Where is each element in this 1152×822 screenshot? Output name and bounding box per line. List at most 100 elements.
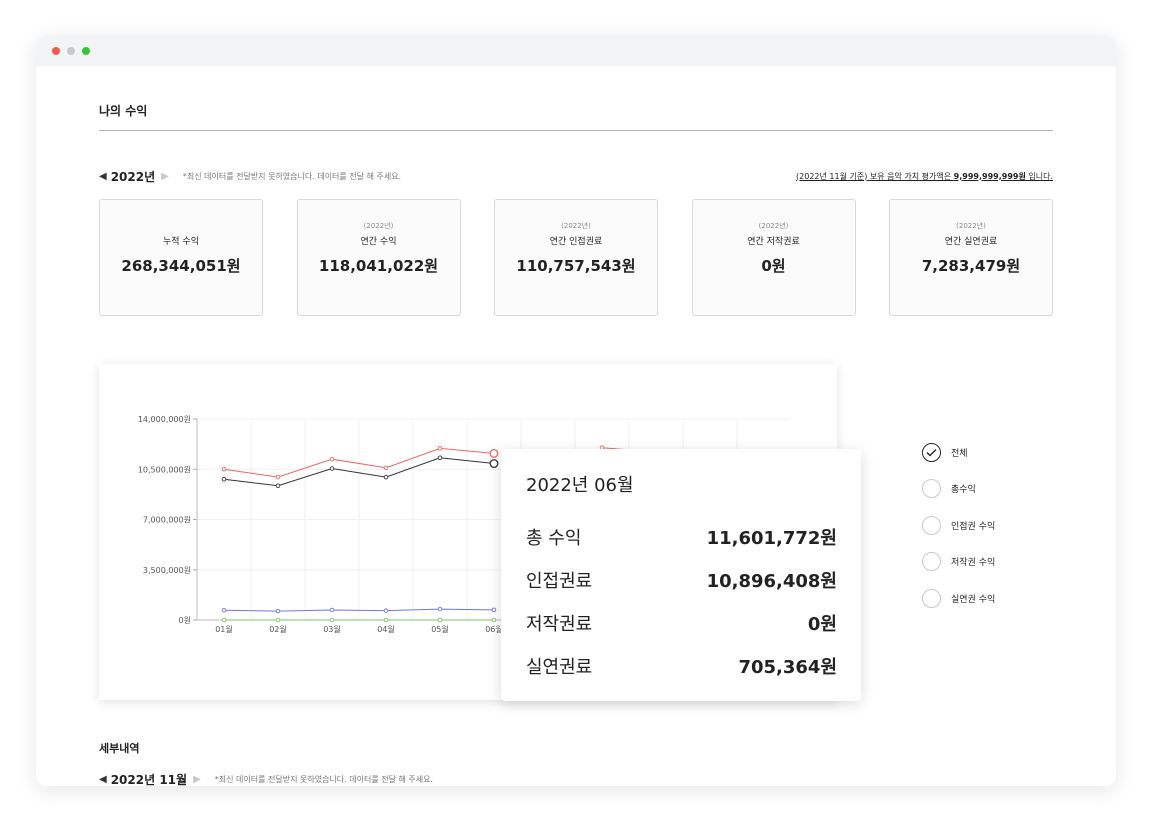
legend-item-copyright[interactable]: 저작권 수익 bbox=[922, 552, 995, 572]
tooltip-value: 10,896,408원 bbox=[706, 570, 837, 592]
data-point bbox=[489, 448, 499, 458]
data-point bbox=[437, 617, 443, 623]
chart-legend: 전체 총수익 인접권 수익 저작권 수익 실연권 수익 bbox=[922, 442, 995, 625]
legend-label: 전체 bbox=[951, 448, 968, 459]
tooltip-label: 저작권료 bbox=[526, 613, 593, 635]
legend-item-neighboring-rights[interactable]: 인접권 수익 bbox=[922, 515, 995, 535]
radio-circle-icon[interactable] bbox=[922, 552, 941, 571]
legend-label: 저작권 수익 bbox=[951, 558, 996, 568]
prev-year-arrow-icon[interactable]: ◀ bbox=[99, 171, 107, 182]
card-value: 118,041,022원 bbox=[318, 257, 439, 275]
tooltip-row: 저작권료 0원 bbox=[526, 601, 837, 644]
y-tick-label: 0원 bbox=[179, 616, 191, 625]
year-navigation: ◀ 2022년 ▶ *최신 데이터를 전달받지 못하였습니다. 데이터를 전달 … bbox=[99, 168, 1053, 184]
data-point bbox=[491, 617, 497, 623]
tooltip-label: 실연권료 bbox=[526, 656, 593, 678]
data-point bbox=[221, 466, 227, 472]
tooltip-title: 2022년 06월 bbox=[526, 475, 634, 496]
detail-data-missing-note: *최신 데이터를 전달받지 못하였습니다. 데이터를 전달 해 주세요. bbox=[214, 774, 434, 784]
checked-circle-icon[interactable] bbox=[922, 442, 941, 462]
data-point bbox=[275, 474, 281, 480]
legend-label: 인접권 수익 bbox=[951, 521, 996, 532]
valuation-amount: 9,999,999,999원 bbox=[953, 171, 1026, 181]
data-point bbox=[221, 617, 227, 623]
selected-year: 2022년 bbox=[110, 169, 156, 184]
card-label: 연간 수익 bbox=[360, 237, 397, 247]
tooltip-value: 0원 bbox=[807, 613, 837, 635]
card-value: 0원 bbox=[761, 257, 786, 275]
data-point bbox=[383, 474, 389, 480]
section-title: 나의 수익 bbox=[99, 104, 148, 118]
browser-window: 나의 수익 ◀ 2022년 ▶ *최신 데이터를 전달받지 못하였습니다. 데이… bbox=[36, 36, 1116, 786]
data-point bbox=[491, 607, 497, 613]
valuation-date: (2022년 11월 기준) bbox=[796, 171, 868, 181]
card-year: (2022년) bbox=[956, 222, 986, 230]
card-label: 연간 실연권료 bbox=[944, 237, 998, 247]
x-tick-label: 05월 bbox=[431, 624, 449, 634]
card-label: 누적 수익 bbox=[163, 237, 199, 247]
valuation-suffix: 입니다. bbox=[1025, 171, 1053, 181]
card-year: (2022년) bbox=[363, 222, 394, 230]
radio-circle-icon[interactable] bbox=[922, 479, 941, 498]
valuation-middle: 보유 음악 가치 평가액은 bbox=[867, 171, 954, 181]
data-point bbox=[383, 608, 389, 613]
tooltip-value: 705,364원 bbox=[738, 656, 837, 678]
legend-label: 실연권 수익 bbox=[951, 594, 996, 605]
minimize-window-dot[interactable] bbox=[67, 47, 75, 55]
y-tick-label: 7,000,000원 bbox=[143, 516, 191, 525]
next-year-arrow-icon[interactable]: ▶ bbox=[161, 171, 169, 182]
tooltip-value: 11,601,772원 bbox=[706, 527, 837, 549]
data-point bbox=[329, 607, 335, 613]
y-tick-label: 10,500,000원 bbox=[138, 465, 191, 474]
card-annual-copyright: (2022년) 연간 저작권료 0원 bbox=[691, 199, 856, 316]
card-label: 연간 인접권료 bbox=[549, 237, 603, 247]
tooltip-label: 총 수익 bbox=[526, 527, 582, 549]
x-tick-label: 04월 bbox=[377, 624, 395, 634]
card-annual-revenue: (2022년) 연간 수익 118,041,022원 bbox=[296, 199, 461, 316]
legend-item-total[interactable]: 총수익 bbox=[922, 479, 995, 499]
data-point bbox=[329, 466, 335, 471]
chart-tooltip: 2022년 06월 총 수익 11,601,772원 인접권료 10,896,4… bbox=[501, 449, 861, 701]
close-window-dot[interactable] bbox=[52, 47, 60, 55]
data-point bbox=[489, 459, 499, 469]
data-missing-note: *최신 데이터를 전달받지 못하였습니다. 데이터를 전달 해 주세요. bbox=[182, 171, 402, 181]
data-point bbox=[275, 617, 281, 623]
prev-month-arrow-icon[interactable]: ◀ bbox=[99, 774, 107, 785]
radio-circle-icon[interactable] bbox=[922, 515, 941, 535]
selected-month: 2022년 11월 bbox=[110, 772, 188, 787]
legend-item-performance-rights[interactable]: 실연권 수익 bbox=[922, 588, 995, 608]
summary-cards: 누적 수익 268,344,051원 (2022년) 연간 수익 118,041… bbox=[99, 199, 1053, 316]
card-annual-neighboring-rights: (2022년) 연간 인접권료 110,757,543원 bbox=[494, 199, 658, 316]
next-month-arrow-icon[interactable]: ▶ bbox=[193, 774, 201, 785]
data-point bbox=[275, 608, 281, 614]
data-point bbox=[221, 477, 227, 482]
data-point bbox=[437, 446, 443, 451]
legend-item-all[interactable]: 전체 bbox=[922, 442, 995, 462]
data-point bbox=[329, 456, 335, 462]
window-titlebar bbox=[36, 36, 1116, 66]
x-tick-label: 02월 bbox=[269, 624, 287, 634]
y-tick-label: 3,500,000원 bbox=[143, 566, 191, 575]
data-point bbox=[383, 465, 389, 471]
tooltip-row: 총 수익 11,601,772원 bbox=[526, 515, 837, 558]
data-point bbox=[221, 607, 227, 613]
radio-circle-icon[interactable] bbox=[922, 588, 941, 608]
data-point bbox=[275, 483, 281, 489]
card-value: 110,757,543원 bbox=[516, 257, 636, 275]
x-tick-label: 03월 bbox=[323, 624, 341, 634]
card-year: (2022년) bbox=[561, 222, 591, 230]
detail-section-title: 세부내역 bbox=[99, 742, 140, 755]
data-point bbox=[329, 617, 335, 623]
data-point bbox=[437, 455, 443, 461]
legend-label: 총수익 bbox=[951, 485, 976, 495]
x-tick-label: 01월 bbox=[215, 624, 233, 634]
card-value: 268,344,051원 bbox=[121, 257, 241, 275]
maximize-window-dot[interactable] bbox=[82, 47, 90, 55]
tooltip-row: 인접권료 10,896,408원 bbox=[526, 558, 837, 601]
card-cumulative-revenue: 누적 수익 268,344,051원 bbox=[99, 199, 263, 316]
card-annual-performance-rights: (2022년) 연간 실연권료 7,283,479원 bbox=[889, 199, 1053, 316]
card-value: 7,283,479원 bbox=[921, 257, 1021, 275]
music-valuation-text: (2022년 11월 기준) 보유 음악 가치 평가액은 9,999,999,9… bbox=[796, 171, 1053, 182]
tooltip-row: 실연권료 705,364원 bbox=[526, 644, 837, 687]
section-divider bbox=[99, 130, 1053, 131]
